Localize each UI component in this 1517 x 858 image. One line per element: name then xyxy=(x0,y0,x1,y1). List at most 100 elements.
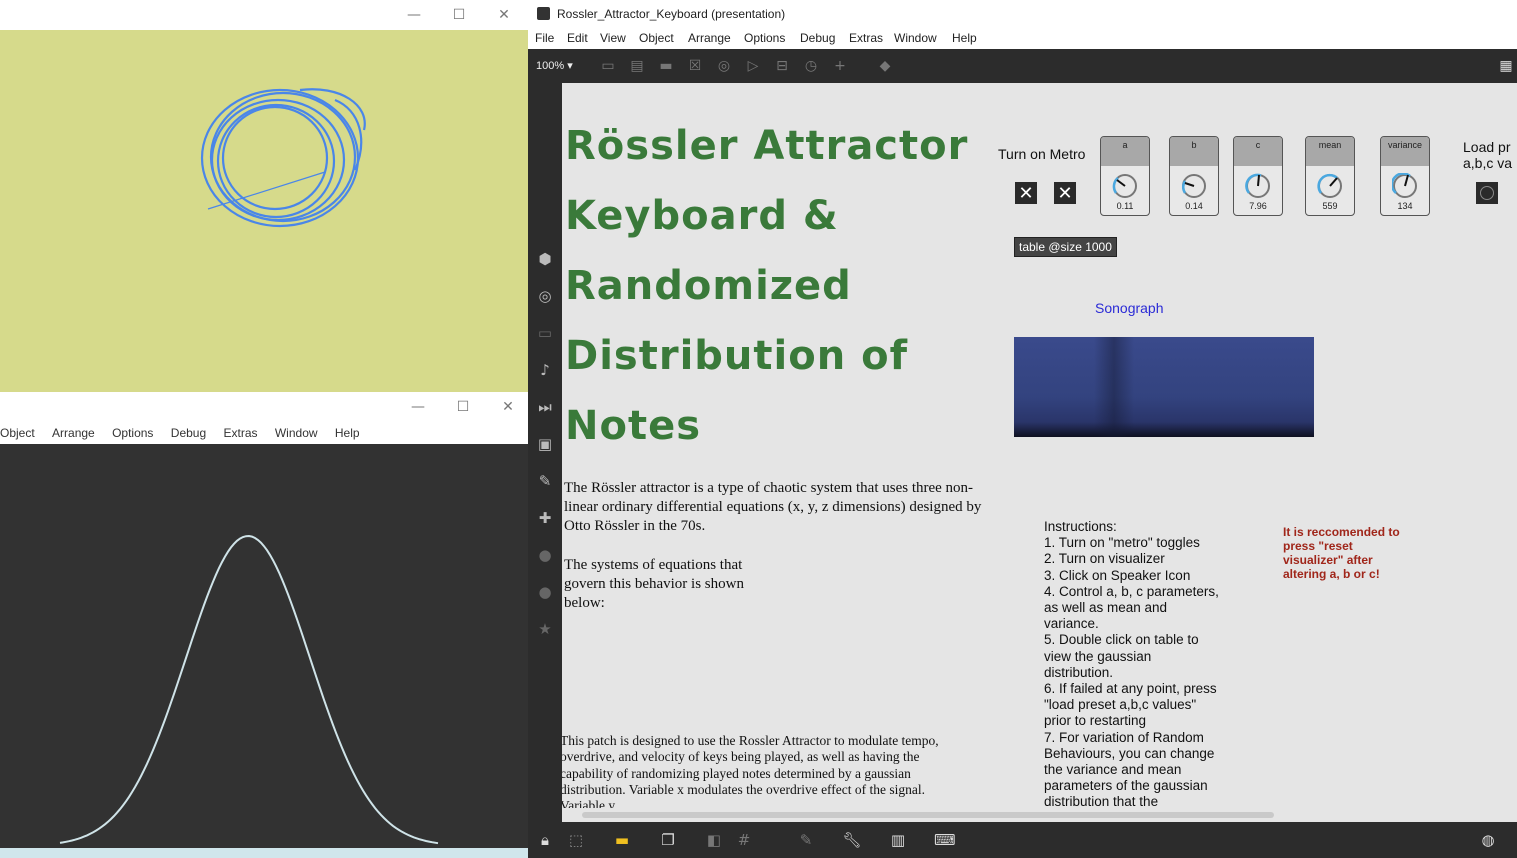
menu-arrange[interactable]: Arrange xyxy=(52,422,95,444)
menu-file[interactable]: File xyxy=(535,31,554,45)
instructions-panel: Instructions: 1. Turn on "metro" toggles… xyxy=(1044,519,1244,811)
media-icon[interactable]: ▭ xyxy=(536,324,554,342)
mute-icon[interactable]: ◧ xyxy=(704,831,724,849)
metro-toggle-2[interactable]: ✕ xyxy=(1054,182,1076,204)
bang-circle-icon xyxy=(1480,186,1494,200)
horizontal-scrollbar[interactable] xyxy=(582,812,1274,818)
plugin-icon[interactable]: ✚ xyxy=(536,509,554,527)
instruction-line: Instructions: xyxy=(1044,519,1117,534)
sonograph-label: Sonograph xyxy=(1095,300,1164,316)
menu-extras[interactable]: Extras xyxy=(849,31,883,45)
new-window-icon[interactable]: ❐ xyxy=(658,831,678,849)
menu-help[interactable]: Help xyxy=(952,31,977,45)
dial-knob-icon xyxy=(1317,173,1342,198)
packages-icon[interactable]: ⬢ xyxy=(536,250,554,268)
load-preset-button[interactable] xyxy=(1476,182,1498,204)
attractor-loop xyxy=(221,105,329,211)
minimize-icon[interactable]: — xyxy=(396,4,432,26)
max-app-icon xyxy=(537,7,550,20)
keyboard-icon[interactable]: ⌨ xyxy=(934,831,956,849)
maximize-icon[interactable]: ☐ xyxy=(441,4,477,26)
menu-options[interactable]: Options xyxy=(744,31,785,45)
instruction-line: "load preset a,b,c values" xyxy=(1044,697,1197,713)
dial-mean[interactable]: mean 559 xyxy=(1305,136,1355,216)
close-icon[interactable]: ✕ xyxy=(490,396,526,418)
dial-object-icon[interactable]: ◷ xyxy=(802,57,820,75)
toggle-object-icon[interactable]: ☒ xyxy=(686,57,704,75)
dial-label: a xyxy=(1101,137,1149,166)
comment-icon[interactable]: ▬ xyxy=(657,57,675,75)
presentation-canvas: Rössler Attractor Keyboard & Randomized … xyxy=(562,83,1517,822)
close-icon[interactable]: ✕ xyxy=(486,4,522,26)
new-object-icon[interactable]: ▭ xyxy=(599,57,617,75)
menu-edit[interactable]: Edit xyxy=(567,31,588,45)
slider-object-icon[interactable]: ⊟ xyxy=(773,57,791,75)
music-note-icon[interactable]: ♪ xyxy=(536,361,554,379)
image-icon[interactable]: ▣ xyxy=(536,435,554,453)
menu-help[interactable]: Help xyxy=(335,422,360,444)
add-object-icon[interactable]: + xyxy=(831,57,849,75)
dial-knob-icon xyxy=(1245,173,1270,198)
menu-object[interactable]: Object xyxy=(0,422,35,444)
metro-toggle-1[interactable]: ✕ xyxy=(1015,182,1037,204)
gaussian-curve xyxy=(59,534,439,845)
heading-line: Keyboard & xyxy=(565,193,839,239)
message-icon[interactable]: ▤ xyxy=(628,57,646,75)
comment-bubble-icon[interactable]: ▬ xyxy=(612,831,632,849)
zoom-dropdown[interactable]: 100% ▾ xyxy=(536,59,573,72)
button-object-icon[interactable]: ◎ xyxy=(715,57,733,75)
dial-b[interactable]: b 0.14 xyxy=(1169,136,1219,216)
paint-bucket-icon[interactable]: ◆ xyxy=(876,57,894,75)
presentation-mode-icon[interactable]: ⬚ xyxy=(566,831,586,849)
menu-view[interactable]: View xyxy=(600,31,626,45)
wrench-icon[interactable]: 🔧︎ xyxy=(842,831,862,849)
table-object[interactable]: table @size 1000 xyxy=(1014,237,1117,257)
main-titlebar: Rossler_Attractor_Keyboard (presentation… xyxy=(528,0,1517,28)
audio-status-icon[interactable]: ◍ xyxy=(1478,831,1498,849)
main-menubar: File Edit View Object Arrange Options De… xyxy=(528,28,1517,49)
dial-a[interactable]: a 0.11 xyxy=(1100,136,1150,216)
dial-variance[interactable]: variance 134 xyxy=(1380,136,1430,216)
dial-value: 7.96 xyxy=(1249,201,1267,211)
instruction-line: 2. Turn on visualizer xyxy=(1044,551,1165,567)
step-forward-icon[interactable]: ⏭ xyxy=(536,398,554,416)
instruction-line: distribution that the xyxy=(1044,794,1159,810)
number-object-icon[interactable]: ▷ xyxy=(744,57,762,75)
window-title: Rossler_Attractor_Keyboard (presentation… xyxy=(557,7,786,21)
dial-c[interactable]: c 7.96 xyxy=(1233,136,1283,216)
menu-debug[interactable]: Debug xyxy=(800,31,835,45)
left-sidebar: ⬢ ◎ ▭ ♪ ⏭ ▣ ✎ ✚ ● ● ★ xyxy=(528,83,562,822)
gaussian-table-window: — ☐ ✕ Object Arrange Options Debug Extra… xyxy=(0,392,528,858)
minimize-icon[interactable]: — xyxy=(400,396,436,418)
beap-icon[interactable]: ● xyxy=(536,583,554,601)
maximize-icon[interactable]: ☐ xyxy=(445,396,481,418)
menu-options[interactable]: Options xyxy=(112,422,153,444)
menu-extras[interactable]: Extras xyxy=(224,422,258,444)
dial-label: mean xyxy=(1306,137,1354,166)
heading-line: Distribution of xyxy=(565,333,908,379)
menu-window[interactable]: Window xyxy=(275,422,318,444)
instruction-line: variance. xyxy=(1044,616,1099,632)
heading-line: Notes xyxy=(565,403,702,449)
vst-icon[interactable]: ● xyxy=(536,546,554,564)
instruction-line: parameters of the gaussian xyxy=(1044,778,1208,794)
menu-arrange[interactable]: Arrange xyxy=(688,31,731,45)
grid-icon[interactable]: ▦ xyxy=(1497,57,1515,75)
patch-description: This patch is designed to use the Rossle… xyxy=(562,733,939,808)
menu-debug[interactable]: Debug xyxy=(171,422,206,444)
piano-icon[interactable]: ▥ xyxy=(888,831,908,849)
target-icon[interactable]: ◎ xyxy=(536,287,554,305)
menu-window[interactable]: Window xyxy=(894,31,937,45)
paperclip-icon[interactable]: ✎ xyxy=(536,472,554,490)
table-titlebar: — ☐ ✕ xyxy=(0,392,528,422)
grid-toggle-icon[interactable]: # xyxy=(734,831,754,849)
max-patcher-window: Rossler_Attractor_Keyboard (presentation… xyxy=(528,0,1517,858)
lock-icon[interactable]: 🔒︎ xyxy=(535,831,555,849)
sonograph-display xyxy=(1014,337,1314,437)
dial-label: c xyxy=(1234,137,1282,166)
dial-value: 559 xyxy=(1322,201,1338,211)
intro-paragraph: The Rössler attractor is a type of chaot… xyxy=(564,480,982,534)
debug-probe-icon[interactable]: ✎ xyxy=(796,831,816,849)
menu-object[interactable]: Object xyxy=(639,31,674,45)
favorites-star-icon[interactable]: ★ xyxy=(536,620,554,638)
